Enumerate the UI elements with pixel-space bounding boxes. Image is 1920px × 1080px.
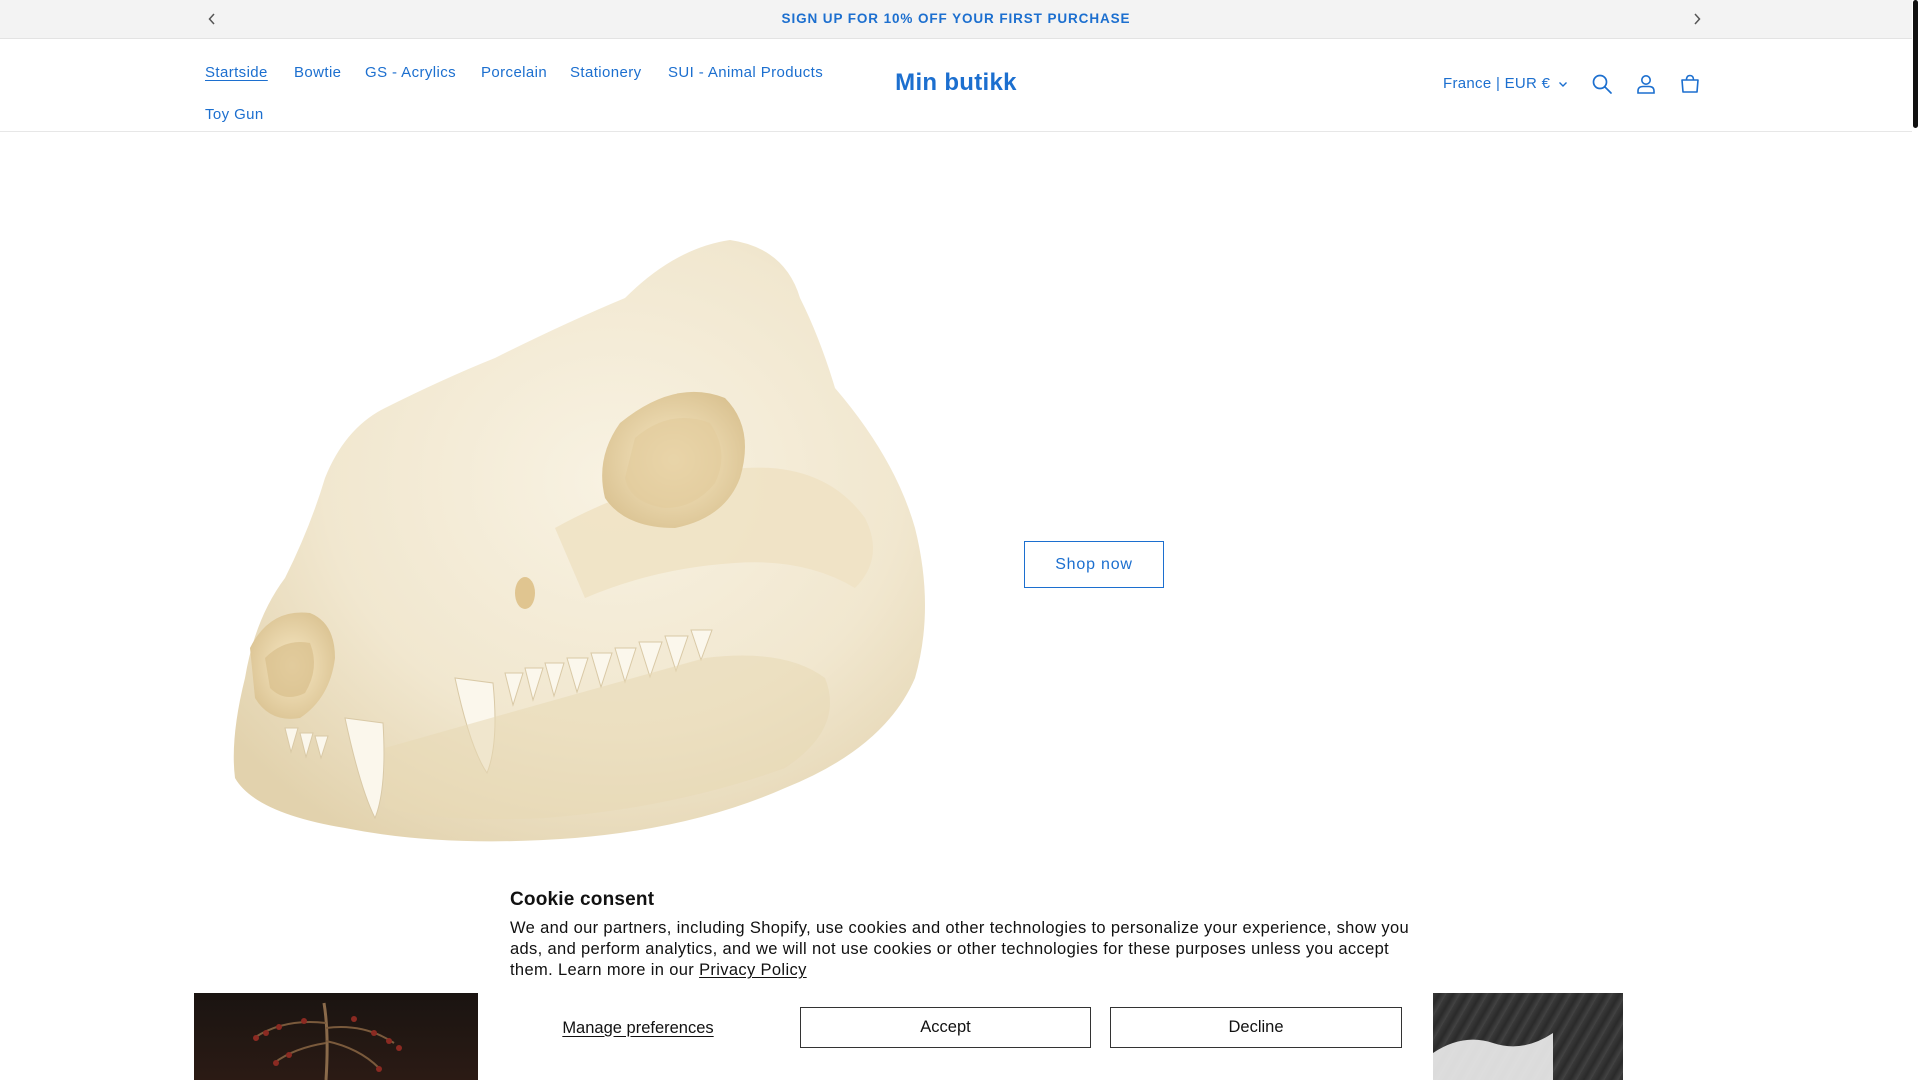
accept-button[interactable]: Accept bbox=[800, 1007, 1091, 1048]
cookie-description: We and our partners, including Shopify, … bbox=[510, 918, 1410, 981]
site-header: Startside Bowtie GS - Acrylics Porcelain… bbox=[0, 39, 1912, 132]
shop-now-button[interactable]: Shop now bbox=[1024, 541, 1164, 588]
cookie-actions: Manage preferences Accept Decline bbox=[490, 1005, 1430, 1049]
cookie-description-text: We and our partners, including Shopify, … bbox=[510, 919, 1410, 979]
announcement-bar: SIGN UP FOR 10% OFF YOUR FIRST PURCHASE bbox=[0, 0, 1912, 39]
store-logo[interactable]: Min butikk bbox=[0, 69, 1912, 97]
locale-label: France | EUR € bbox=[1443, 75, 1551, 92]
cookie-consent-banner: Cookie consent We and our partners, incl… bbox=[490, 871, 1430, 993]
chevron-down-icon bbox=[1559, 81, 1568, 87]
manage-preferences-button[interactable]: Manage preferences bbox=[510, 1008, 766, 1048]
search-icon[interactable] bbox=[1590, 72, 1614, 96]
announcement-message[interactable]: SIGN UP FOR 10% OFF YOUR FIRST PURCHASE bbox=[0, 11, 1912, 26]
page-scrollbar-thumb[interactable] bbox=[1913, 0, 1918, 128]
decline-button[interactable]: Decline bbox=[1110, 1007, 1402, 1048]
account-icon[interactable] bbox=[1634, 72, 1658, 96]
product-thumbnail-left[interactable] bbox=[194, 993, 478, 1080]
cookie-title: Cookie consent bbox=[510, 889, 655, 910]
country-currency-selector[interactable]: France | EUR € bbox=[1443, 75, 1568, 92]
nav-item-toy-gun[interactable]: Toy Gun bbox=[205, 106, 264, 123]
product-thumbnail-right[interactable] bbox=[1433, 993, 1623, 1080]
chevron-right-icon[interactable] bbox=[1686, 9, 1708, 29]
page-scrollbar-track[interactable] bbox=[1912, 0, 1920, 1080]
privacy-policy-link[interactable]: Privacy Policy bbox=[699, 961, 807, 979]
hero-skull-image bbox=[225, 228, 935, 858]
cart-icon[interactable] bbox=[1678, 72, 1702, 96]
